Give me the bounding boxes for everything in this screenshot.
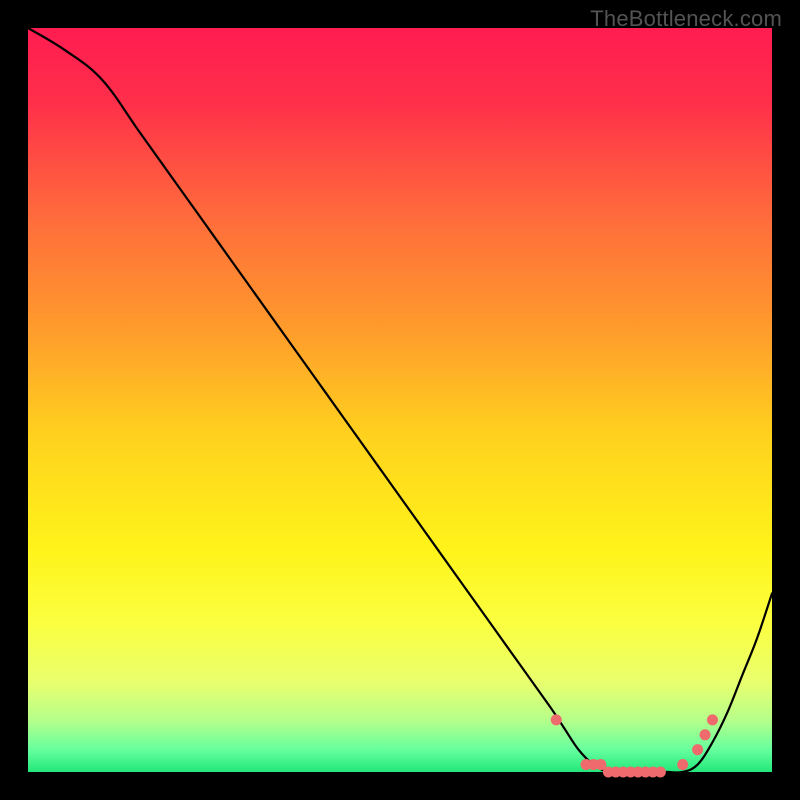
marker-dot	[700, 729, 711, 740]
marker-dot	[551, 714, 562, 725]
marker-dot	[677, 759, 688, 770]
marker-dot	[692, 744, 703, 755]
curve-layer	[28, 28, 772, 772]
marker-dot	[655, 767, 666, 778]
marker-dot	[707, 714, 718, 725]
bottleneck-curve	[28, 28, 772, 773]
watermark-text: TheBottleneck.com	[590, 6, 782, 32]
plot-area	[28, 28, 772, 772]
